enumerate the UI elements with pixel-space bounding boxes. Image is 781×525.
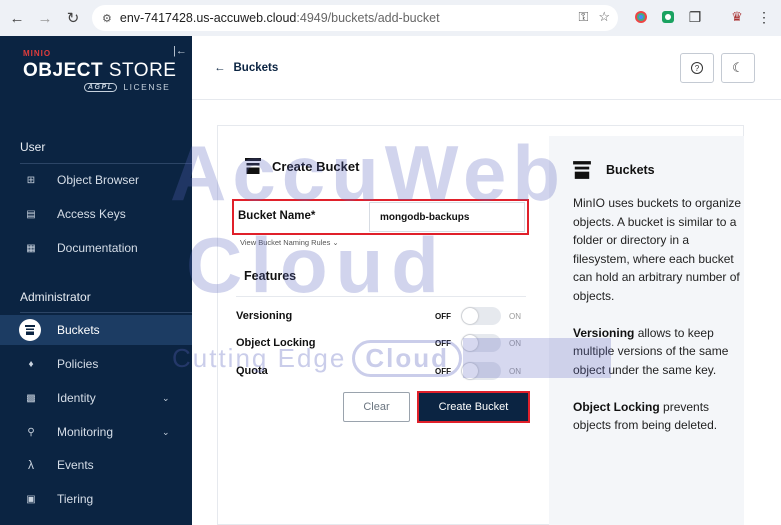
clear-button[interactable]: Clear — [343, 392, 410, 422]
reload-icon[interactable]: ↻ — [62, 7, 84, 29]
sidebar-item-label: Events — [57, 458, 94, 472]
back-arrow-icon[interactable]: ← — [6, 7, 28, 29]
help-title: Buckets — [572, 160, 655, 180]
url-text: env-7417428.us-accuweb.cloud:4949/bucket… — [119, 11, 440, 25]
tiering-icon: ▣ — [26, 493, 36, 505]
extension-icon[interactable] — [659, 8, 677, 26]
collapse-sidebar-icon[interactable]: |← — [173, 45, 187, 57]
forward-arrow-icon[interactable]: → — [34, 7, 56, 29]
bucket-icon — [573, 161, 591, 179]
access-keys-icon: ▤ — [26, 208, 36, 220]
sidebar-item-label: Tiering — [57, 492, 94, 506]
back-label: Buckets — [233, 62, 279, 74]
create-bucket-button[interactable]: Create Bucket — [417, 391, 530, 423]
versioning-toggle-row: Versioning OFF ON — [236, 307, 526, 327]
sidebar-item-label: Documentation — [57, 241, 138, 255]
help-text: MinIO uses buckets to organize objects. … — [573, 194, 743, 453]
divider — [20, 312, 192, 313]
policies-icon: ♦ — [28, 358, 34, 370]
buckets-icon — [19, 319, 41, 341]
help-paragraph: Object Locking prevents objects from bei… — [573, 399, 718, 433]
divider — [20, 163, 192, 164]
sidebar-item-label: Policies — [57, 357, 99, 371]
divider — [236, 296, 526, 297]
toggle-on-label: ON — [509, 312, 521, 321]
back-arrow-icon: ← — [214, 62, 226, 74]
sidebar-item-events[interactable]: λ Events — [0, 450, 192, 480]
form-title: Create Bucket — [244, 157, 359, 175]
main-content: ← Buckets ? ☾ Create Bucket Bucket Name*… — [192, 36, 781, 525]
help-button[interactable]: ? — [680, 53, 714, 83]
chevron-down-icon: ⌄ — [332, 238, 339, 247]
documentation-icon: ▦ — [26, 242, 36, 254]
bucket-name-row: Bucket Name* mongodb-backups — [232, 199, 529, 235]
sidebar-item-label: Buckets — [57, 323, 100, 337]
puzzle-extensions-icon[interactable]: ❐ — [686, 8, 704, 26]
browser-toolbar: ← → ↻ ⚙ env-7417428.us-accuweb.cloud:494… — [0, 0, 781, 36]
toggle-off-label: OFF — [435, 312, 451, 321]
logo-minio: MINIO — [23, 49, 52, 58]
bucket-name-label: Bucket Name* — [238, 210, 316, 222]
page-header: ← Buckets ? ☾ — [192, 36, 781, 100]
chevron-down-icon: ⌄ — [162, 426, 170, 437]
key-icon[interactable]: ⚿ — [578, 9, 588, 25]
sidebar: MINIO OBJECT STORE AGPL LICENSE |← User … — [0, 36, 192, 525]
sidebar-item-tiering[interactable]: ▣ Tiering — [0, 484, 192, 514]
profile-icon[interactable]: ♛ — [728, 8, 746, 26]
site-settings-icon[interactable]: ⚙ — [102, 12, 112, 25]
sidebar-item-access-keys[interactable]: ▤ Access Keys — [0, 199, 192, 229]
sidebar-item-label: Object Browser — [57, 173, 140, 187]
versioning-label: Versioning — [236, 310, 293, 322]
help-paragraph: MinIO uses buckets to organize objects. … — [573, 196, 742, 303]
versioning-switch[interactable] — [461, 307, 501, 325]
kebab-menu-icon[interactable]: ⋮ — [755, 8, 773, 26]
watermark-band — [463, 338, 611, 378]
identity-icon: ▩ — [26, 392, 36, 404]
help-panel: Buckets MinIO uses buckets to organize o… — [549, 136, 744, 525]
sidebar-item-policies[interactable]: ♦ Policies — [0, 349, 192, 379]
toggle-off-label: OFF — [435, 339, 451, 348]
extension-icon[interactable] — [632, 8, 650, 26]
section-title-user: User — [20, 140, 46, 154]
events-icon: λ — [28, 458, 34, 472]
sidebar-item-object-browser[interactable]: ⊞ Object Browser — [0, 165, 192, 195]
section-title-administrator: Administrator — [20, 290, 91, 304]
bucket-name-input[interactable]: mongodb-backups — [369, 202, 525, 232]
toggle-off-label: OFF — [435, 367, 451, 376]
naming-rules-link[interactable]: View Bucket Naming Rules ⌄ — [240, 238, 339, 247]
features-title: Features — [244, 269, 297, 283]
sidebar-item-monitoring[interactable]: ⚲ Monitoring ⌄ — [0, 417, 192, 447]
dark-mode-toggle-button[interactable]: ☾ — [721, 53, 755, 83]
chevron-down-icon: ⌄ — [162, 392, 170, 403]
address-bar[interactable]: ⚙ env-7417428.us-accuweb.cloud:4949/buck… — [92, 5, 618, 31]
sidebar-item-label: Identity — [57, 391, 96, 405]
help-circle-icon: ? — [691, 62, 703, 74]
bookmark-star-icon[interactable]: ☆ — [598, 9, 610, 25]
back-to-buckets-link[interactable]: ← Buckets — [214, 62, 278, 74]
sidebar-item-label: Monitoring — [57, 425, 114, 439]
logo-object-store: OBJECT STORE — [23, 60, 177, 81]
object-browser-icon: ⊞ — [26, 174, 36, 186]
sidebar-item-buckets[interactable]: Buckets — [0, 315, 192, 345]
sidebar-item-documentation[interactable]: ▦ Documentation — [0, 233, 192, 263]
moon-icon: ☾ — [732, 60, 744, 75]
monitoring-icon: ⚲ — [27, 426, 35, 438]
sidebar-item-identity[interactable]: ▩ Identity ⌄ — [0, 383, 192, 413]
bucket-icon — [245, 158, 261, 174]
switch-knob — [462, 308, 478, 324]
logo-license: AGPL LICENSE — [84, 82, 170, 92]
sidebar-item-label: Access Keys — [57, 207, 126, 221]
object-locking-label: Object Locking — [236, 337, 316, 349]
quota-label: Quota — [236, 365, 268, 377]
